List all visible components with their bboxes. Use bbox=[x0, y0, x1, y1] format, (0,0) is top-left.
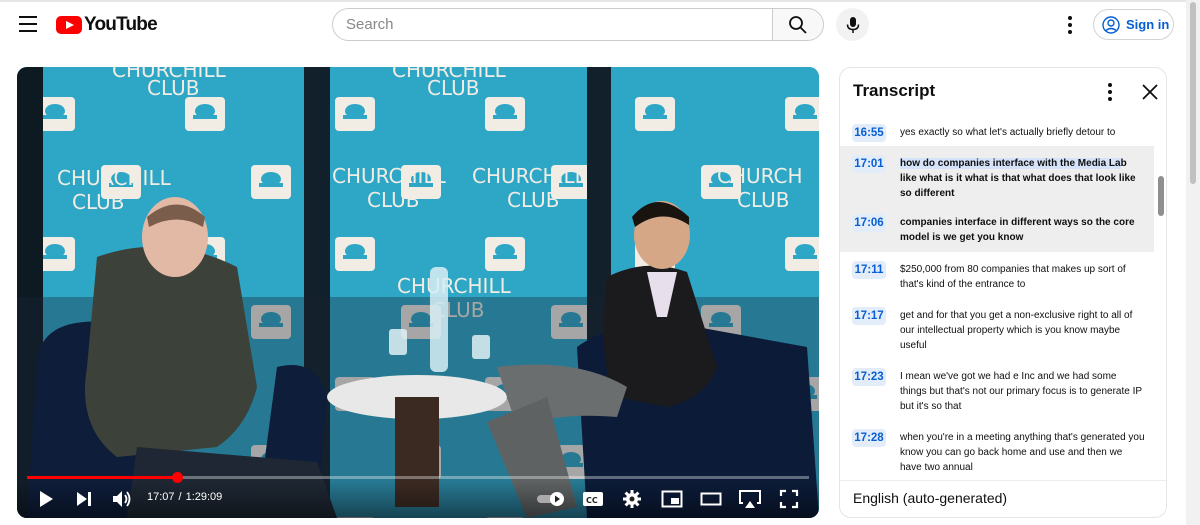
segment-timestamp[interactable]: 17:11 bbox=[852, 261, 886, 279]
transcript-scrollbar-thumb[interactable] bbox=[1158, 176, 1164, 216]
search-bar bbox=[332, 8, 824, 41]
svg-text:CHURCH: CHURCH bbox=[717, 164, 803, 188]
transcript-title: Transcript bbox=[853, 81, 936, 100]
segment-timestamp[interactable]: 17:23 bbox=[852, 368, 886, 386]
airplay-icon bbox=[739, 490, 761, 508]
mute-button[interactable] bbox=[109, 487, 135, 511]
account-icon bbox=[1102, 15, 1120, 34]
transcript-segment[interactable]: 17:11 $250,000 from 80 companies that ma… bbox=[840, 261, 1154, 301]
time-display: 17:07 / 1:29:09 bbox=[147, 491, 222, 503]
miniplayer-button[interactable] bbox=[659, 487, 685, 511]
theater-mode-icon bbox=[700, 492, 722, 506]
volume-icon bbox=[113, 491, 131, 507]
player-controls: 17:07 / 1:29:09 CC bbox=[17, 481, 819, 518]
transcript-footer: English (auto-generated) bbox=[840, 480, 1166, 517]
search-button[interactable] bbox=[772, 8, 824, 41]
progress-bar[interactable] bbox=[27, 472, 809, 483]
play-button[interactable] bbox=[33, 487, 59, 511]
subtitles-button[interactable]: CC bbox=[580, 487, 606, 511]
top-divider bbox=[0, 0, 1200, 2]
transcript-segment-list[interactable]: 16:55 yes exactly so what let's actually… bbox=[840, 118, 1154, 488]
masthead: YouTube Sign in bbox=[0, 0, 1200, 50]
sign-in-label: Sign in bbox=[1126, 17, 1170, 32]
transcript-more-button[interactable] bbox=[1102, 82, 1118, 102]
svg-text:CHURCHILL: CHURCHILL bbox=[57, 166, 172, 190]
gear-icon bbox=[623, 490, 641, 508]
svg-text:CC: CC bbox=[586, 496, 598, 505]
fullscreen-button[interactable] bbox=[776, 487, 802, 511]
svg-text:CLUB: CLUB bbox=[72, 190, 124, 214]
svg-text:CLUB: CLUB bbox=[737, 188, 789, 212]
search-icon bbox=[789, 15, 807, 34]
progress-played bbox=[27, 476, 178, 479]
segment-text: get and for that you get a non-exclusive… bbox=[900, 310, 1133, 351]
transcript-segment-active[interactable]: 17:01 how do companies interface with th… bbox=[840, 146, 1154, 205]
segment-text: how do companies interface with the Medi… bbox=[900, 156, 1145, 201]
cast-button[interactable] bbox=[737, 487, 763, 511]
search-input[interactable] bbox=[332, 8, 772, 41]
skip-next-icon bbox=[77, 492, 91, 506]
segment-timestamp[interactable]: 17:17 bbox=[852, 307, 886, 325]
logo-text: YouTube bbox=[84, 14, 158, 35]
segment-timestamp[interactable]: 17:06 bbox=[852, 214, 886, 232]
transcript-close-button[interactable] bbox=[1139, 81, 1161, 103]
microphone-icon bbox=[846, 16, 859, 33]
segment-timestamp[interactable]: 17:28 bbox=[852, 429, 886, 447]
segment-text-highlight: how do companies interface with the Medi… bbox=[900, 158, 1121, 169]
duration: 1:29:09 bbox=[185, 491, 223, 503]
autoplay-toggle[interactable] bbox=[536, 487, 566, 511]
transcript-segment[interactable]: 17:23 I mean we've got we had e Inc and … bbox=[840, 368, 1154, 418]
segment-timestamp[interactable]: 16:55 bbox=[852, 124, 886, 142]
segment-text: when you're in a meeting anything that's… bbox=[900, 432, 1145, 473]
transcript-segment[interactable]: 17:28 when you're in a meeting anything … bbox=[840, 429, 1154, 479]
settings-menu-button[interactable] bbox=[1060, 14, 1080, 36]
page-scrollbar-thumb[interactable] bbox=[1190, 2, 1196, 184]
menu-button[interactable] bbox=[14, 11, 42, 39]
svg-text:CHURCHILL: CHURCHILL bbox=[397, 274, 512, 298]
youtube-logo[interactable]: YouTube bbox=[56, 14, 158, 36]
transcript-language-selector[interactable]: English (auto-generated) bbox=[853, 490, 1007, 506]
play-icon bbox=[40, 491, 53, 507]
segment-timestamp[interactable]: 17:01 bbox=[852, 155, 886, 173]
svg-text:CLUB: CLUB bbox=[507, 188, 559, 212]
transcript-panel: Transcript 16:55 yes exactly so what let… bbox=[839, 67, 1167, 518]
svg-text:CLUB: CLUB bbox=[427, 76, 479, 100]
next-button[interactable] bbox=[71, 487, 97, 511]
close-icon bbox=[1142, 84, 1158, 100]
svg-text:CHURCHILL: CHURCHILL bbox=[332, 164, 447, 188]
transcript-segment[interactable]: 17:17 get and for that you get a non-exc… bbox=[840, 307, 1154, 357]
transcript-segment[interactable]: 17:06 companies interface in different w… bbox=[840, 205, 1154, 252]
closed-captions-icon: CC bbox=[583, 492, 603, 506]
segment-text: companies interface in different ways so… bbox=[900, 217, 1135, 243]
fullscreen-icon bbox=[779, 489, 799, 509]
current-time: 17:07 bbox=[147, 491, 175, 503]
settings-button[interactable] bbox=[619, 487, 645, 511]
video-frame: CHURCHILL CLUB CHURCHILL CLUB CHURCHILL … bbox=[17, 67, 819, 518]
svg-text:CHURCHILL: CHURCHILL bbox=[472, 164, 587, 188]
segment-text: I mean we've got we had e Inc and we had… bbox=[900, 371, 1142, 412]
time-separator: / bbox=[178, 491, 182, 503]
voice-search-button[interactable] bbox=[836, 8, 869, 41]
sign-in-button[interactable]: Sign in bbox=[1093, 9, 1174, 40]
theater-mode-button[interactable] bbox=[698, 487, 724, 511]
youtube-play-icon bbox=[56, 16, 82, 34]
autoplay-toggle-icon bbox=[537, 492, 564, 506]
svg-text:CLUB: CLUB bbox=[367, 188, 419, 212]
segment-text: $250,000 from 80 companies that makes up… bbox=[900, 264, 1126, 290]
video-player[interactable]: CHURCHILL CLUB CHURCHILL CLUB CHURCHILL … bbox=[17, 67, 819, 518]
segment-text: yes exactly so what let's actually brief… bbox=[900, 127, 1116, 138]
svg-text:CLUB: CLUB bbox=[147, 76, 199, 100]
miniplayer-icon bbox=[661, 490, 683, 508]
